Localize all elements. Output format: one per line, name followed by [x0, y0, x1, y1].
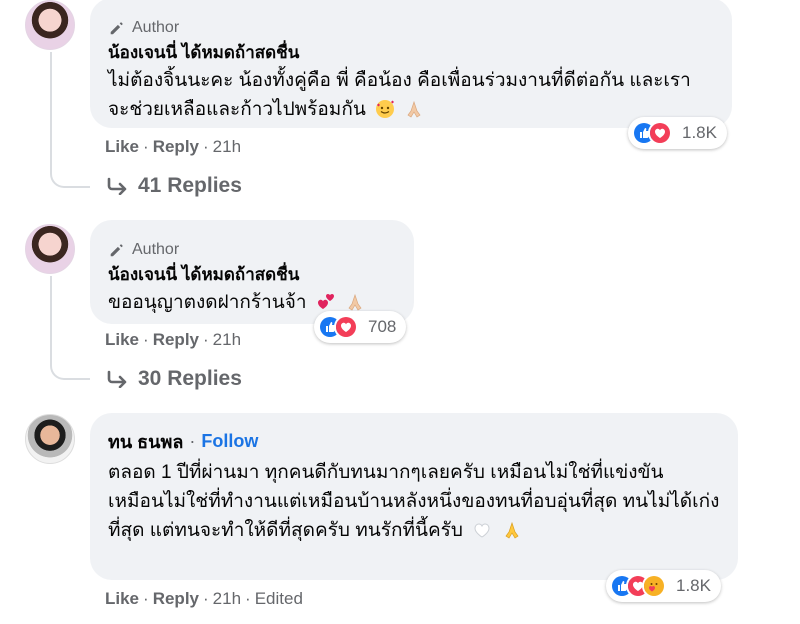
comment-actions: Like · Reply · 21h · Edited: [105, 589, 303, 609]
like-button[interactable]: Like: [105, 330, 139, 350]
separator-dot: ·: [203, 137, 209, 156]
like-button[interactable]: Like: [105, 589, 139, 609]
separator-dot: ·: [143, 330, 149, 349]
reaction-count: 1.8K: [682, 123, 717, 142]
author-badge: Author: [108, 18, 714, 38]
pencil-icon: [110, 244, 123, 257]
comment-bubble: ทน ธนพล · Follow ตลอด 1 ปีที่ผ่านมา ทุกค…: [90, 413, 738, 580]
comment-bubble: Author น้องเจนนี่ ได้หมดถ้าสดชื่น ไม่ต้อ…: [90, 0, 732, 128]
hearts-icon: [317, 294, 334, 309]
comment-bubble: Author น้องเจนนี่ ได้หมดถ้าสดชื่น ขออนุญ…: [90, 220, 414, 324]
reaction-summary[interactable]: 1.8K: [628, 117, 727, 149]
comment-actions: Like · Reply · 21h: [105, 137, 241, 157]
timestamp[interactable]: 21h: [213, 137, 241, 157]
separator-dot: ·: [189, 431, 196, 451]
thread-connector: [50, 358, 90, 380]
commenter-name[interactable]: ทน ธนพล: [108, 427, 183, 456]
reply-arrow-icon: [107, 177, 127, 195]
thread-line: [50, 52, 52, 170]
separator-dot: ·: [143, 137, 149, 156]
replies-label: 41 Replies: [138, 174, 242, 197]
reply-button[interactable]: Reply: [153, 589, 199, 609]
comment-text-wrap: ตลอด 1 ปีที่ผ่านมา ทุกคนดีกับทนมากๆเลยคร…: [108, 458, 720, 545]
reply-arrow-icon: [107, 370, 127, 388]
reaction-count: 1.8K: [676, 576, 711, 595]
author-badge-label: Author: [132, 241, 180, 258]
separator-dot: ·: [203, 330, 209, 349]
separator-dot: ·: [203, 589, 209, 608]
white-heart-icon: [474, 523, 490, 538]
reaction-count: 708: [368, 317, 397, 336]
separator-dot: ·: [245, 589, 251, 608]
reaction-summary[interactable]: 708: [314, 311, 407, 343]
reply-button[interactable]: Reply: [153, 330, 199, 350]
follow-button[interactable]: Follow: [201, 431, 258, 452]
edited-label[interactable]: Edited: [255, 589, 303, 609]
timestamp[interactable]: 21h: [213, 589, 241, 609]
reaction-summary[interactable]: 1.8K: [606, 570, 721, 602]
author-badge-label: Author: [132, 19, 180, 36]
like-button[interactable]: Like: [105, 137, 139, 157]
comment-text: ตลอด 1 ปีที่ผ่านมา ทุกคนดีกับทนมากๆเลยคร…: [108, 462, 720, 541]
thread-line: [50, 276, 52, 364]
separator-dot: ·: [143, 589, 149, 608]
timestamp[interactable]: 21h: [213, 330, 241, 350]
smiling-face-with-hearts-icon: [376, 100, 395, 118]
reply-button[interactable]: Reply: [153, 137, 199, 157]
pencil-icon: [110, 22, 123, 35]
comment-text-wrap: ไม่ต้องจิ้นนะคะ น้องทั้งคู่คือ พี่ คือน้…: [108, 66, 708, 124]
comment-actions: Like · Reply · 21h: [105, 330, 241, 350]
care-reaction-icon: [642, 574, 666, 598]
folded-hands-icon: [348, 293, 362, 311]
commenter-name[interactable]: น้องเจนนี่ ได้หมดถ้าสดชื่น: [108, 264, 396, 286]
folded-hands-icon: [504, 521, 519, 539]
commenter-name[interactable]: น้องเจนนี่ ได้หมดถ้าสดชื่น: [108, 42, 714, 64]
avatar[interactable]: [25, 0, 75, 50]
replies-label: 30 Replies: [138, 367, 242, 390]
view-replies-button[interactable]: 41 Replies: [106, 174, 242, 198]
comment-header: ทน ธนพล · Follow: [108, 427, 720, 456]
view-replies-button[interactable]: 30 Replies: [106, 367, 242, 391]
love-reaction-icon: [648, 121, 672, 145]
comment-text: ขออนุญาตงดฝากร้านจ้า: [108, 292, 307, 313]
thread-connector: [50, 166, 90, 188]
author-badge: Author: [108, 240, 396, 260]
comment-text: ไม่ต้องจิ้นนะคะ น้องทั้งคู่คือ พี่ คือน้…: [108, 70, 691, 120]
love-reaction-icon: [334, 315, 358, 339]
avatar[interactable]: [25, 224, 75, 274]
avatar[interactable]: [25, 414, 75, 464]
folded-hands-icon: [407, 100, 421, 118]
